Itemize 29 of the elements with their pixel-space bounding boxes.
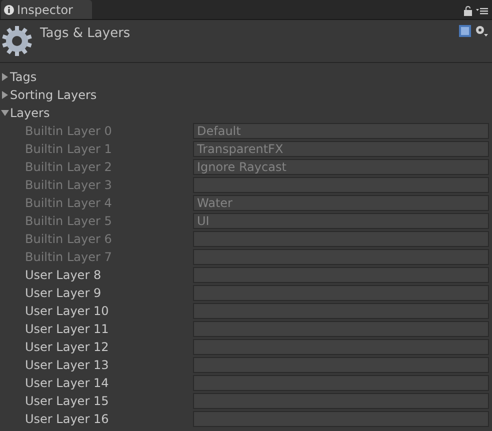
foldout-label[interactable]: Layers <box>10 104 50 122</box>
layer-label: Builtin Layer 1 <box>25 141 113 158</box>
layer-label: User Layer 14 <box>25 375 110 392</box>
layer-label: User Layer 8 <box>25 267 102 284</box>
layer-label: User Layer 15 <box>25 393 110 410</box>
header-title: Tags & Layers <box>40 25 130 43</box>
layer-label: User Layer 11 <box>25 321 110 338</box>
layer-label: Builtin Layer 5 <box>25 213 113 230</box>
layer-label: User Layer 16 <box>25 411 110 428</box>
foldout-label[interactable]: Sorting Layers <box>10 86 97 104</box>
layer-label: User Layer 13 <box>25 357 110 374</box>
layer-label: Builtin Layer 3 <box>25 177 113 194</box>
inspector-tab[interactable]: Inspector <box>1 0 92 19</box>
menu-icon[interactable] <box>476 7 488 15</box>
layer-label: User Layer 9 <box>25 285 102 302</box>
layer-label: Builtin Layer 7 <box>25 249 113 266</box>
layer-label: Builtin Layer 0 <box>25 123 113 140</box>
foldout-arrow-icon[interactable] <box>1 73 9 81</box>
layer-label: Builtin Layer 6 <box>25 231 113 248</box>
settings-icon[interactable] <box>475 25 488 37</box>
layer-label: User Layer 12 <box>25 339 110 356</box>
foldout-label[interactable]: Tags <box>10 68 37 86</box>
info-icon <box>4 4 14 14</box>
lock-icon[interactable] <box>464 6 472 16</box>
layer-label: Builtin Layer 4 <box>25 195 113 212</box>
layer-label: User Layer 10 <box>25 303 110 320</box>
foldout-arrow-icon[interactable] <box>1 91 9 99</box>
foldout-arrow-icon[interactable] <box>1 109 9 117</box>
layer-label: Builtin Layer 2 <box>25 159 113 176</box>
